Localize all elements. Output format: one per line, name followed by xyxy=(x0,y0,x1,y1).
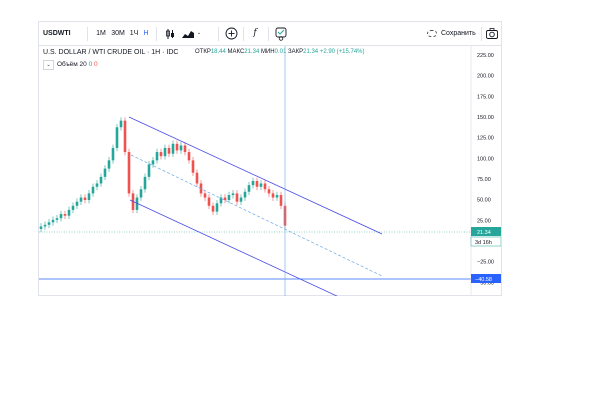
bar-style-icon[interactable] xyxy=(165,28,175,40)
candle-body xyxy=(95,183,99,187)
candle-body xyxy=(75,201,79,206)
candle-body xyxy=(139,189,143,198)
channel-midline[interactable] xyxy=(130,154,383,277)
candle-body xyxy=(235,193,239,202)
candle-body xyxy=(231,193,235,196)
candle-body xyxy=(43,224,47,227)
price-tick-label: 25.00 xyxy=(477,218,491,224)
toolbar-divider xyxy=(243,27,244,41)
candle-body xyxy=(279,195,283,206)
candle-body xyxy=(83,197,87,201)
price-tick-label: 75.00 xyxy=(477,177,491,183)
price-tick-label: −25.00 xyxy=(477,260,494,266)
candle-body xyxy=(239,197,243,202)
candle-body xyxy=(263,183,267,190)
interval-dropdown-button[interactable]: H xyxy=(142,22,150,45)
interval-1m-button[interactable]: 1M xyxy=(95,22,107,45)
candle-body xyxy=(211,205,215,212)
chart-widget: USDWTI 1M 30M 1Ч H ⌄ f Сохранить U.S. DO… xyxy=(38,21,502,296)
toolbar-divider xyxy=(87,27,88,41)
candle-body xyxy=(55,218,59,220)
candle-body xyxy=(223,197,227,201)
candle-body xyxy=(207,197,211,206)
candle-body xyxy=(271,193,275,198)
price-tick-label: 225.00 xyxy=(477,53,494,59)
last-price-label: 21.34 xyxy=(477,230,491,236)
candle-body xyxy=(275,195,279,198)
chart-type-area-icon[interactable] xyxy=(181,28,195,40)
candle-body xyxy=(63,214,67,216)
price-axis[interactable]: 225.00 200.00 175.00 150.00 125.00 100.00 75.0… xyxy=(477,53,494,296)
candle-body xyxy=(107,160,111,169)
price-tick-label: 50.00 xyxy=(477,198,491,204)
candle-body xyxy=(59,214,63,219)
candle-body xyxy=(71,205,75,210)
countdown-label: 3d 16h xyxy=(475,240,492,246)
candle-body xyxy=(255,181,259,187)
camera-icon[interactable] xyxy=(486,28,498,39)
level-label: −40.58 xyxy=(475,277,492,283)
price-tick-label: 175.00 xyxy=(477,94,494,100)
candle-body xyxy=(47,222,51,225)
candle-body xyxy=(259,183,263,187)
candle-body xyxy=(215,203,219,212)
toolbar-divider xyxy=(268,27,269,41)
candle-body xyxy=(155,152,159,161)
candle-body xyxy=(175,143,179,151)
toolbar-divider xyxy=(481,27,482,41)
cloud-icon xyxy=(427,30,437,37)
indicators-icon[interactable]: f xyxy=(249,22,261,45)
candle-body xyxy=(39,226,43,229)
interval-30m-button[interactable]: 30M xyxy=(110,22,126,45)
candle-body xyxy=(247,185,251,192)
candle-body xyxy=(179,145,183,151)
candle-body xyxy=(171,143,175,154)
candle-body xyxy=(143,176,147,190)
candle-body xyxy=(227,195,231,201)
candle-body xyxy=(87,193,91,201)
save-button-label: Сохранить xyxy=(441,30,476,37)
price-chart[interactable]: 225.00 200.00 175.00 150.00 125.00 100.00 75.0… xyxy=(39,46,501,296)
price-tick-label: 200.00 xyxy=(477,74,494,80)
candle-body xyxy=(91,186,95,194)
candle-body xyxy=(99,176,103,184)
candle-body xyxy=(167,147,171,154)
candle-body xyxy=(267,189,271,194)
candle-body xyxy=(195,172,199,184)
channel-lower-line[interactable] xyxy=(129,199,382,296)
candle-body xyxy=(103,168,107,177)
candle-body xyxy=(183,145,187,153)
chart-type-dropdown-icon[interactable]: ⌄ xyxy=(196,22,202,45)
price-tick-label: 150.00 xyxy=(477,115,494,121)
candle-body xyxy=(123,120,127,153)
candle-body xyxy=(111,147,115,161)
candle-body xyxy=(219,197,223,204)
candle-body xyxy=(191,160,195,173)
compare-add-icon[interactable] xyxy=(225,27,238,40)
candle-body xyxy=(203,193,207,198)
price-tick-label: 125.00 xyxy=(477,136,494,142)
candle-body xyxy=(79,197,83,202)
candle-body xyxy=(51,219,55,223)
toolbar-divider xyxy=(218,27,219,41)
alert-clock-icon[interactable] xyxy=(275,27,287,41)
candle-body xyxy=(119,120,123,128)
candle-body xyxy=(127,152,131,194)
candle-body xyxy=(147,164,151,177)
chart-toolbar: USDWTI 1M 30M 1Ч H ⌄ f Сохранить xyxy=(39,22,501,46)
save-button[interactable]: Сохранить xyxy=(427,27,476,41)
candle-body xyxy=(243,191,247,198)
price-tick-label: 100.00 xyxy=(477,156,494,162)
symbol-search-button[interactable]: USDWTI xyxy=(43,22,71,45)
toolbar-divider xyxy=(156,27,157,41)
candle-body xyxy=(187,152,191,161)
channel-upper-line[interactable] xyxy=(128,116,383,235)
candle-body xyxy=(67,209,71,216)
candle-body xyxy=(163,147,167,157)
interval-1h-button[interactable]: 1Ч xyxy=(128,22,140,45)
candle-body xyxy=(251,181,255,186)
candle-body xyxy=(159,152,163,157)
candle-body xyxy=(151,160,155,165)
candle-body xyxy=(115,127,119,148)
